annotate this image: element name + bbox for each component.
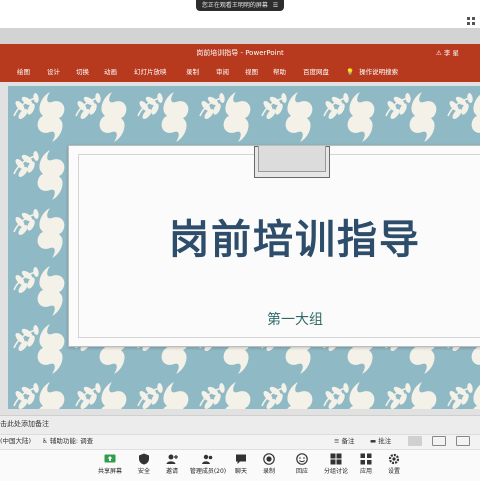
share-screen-label: 共享屏幕 xyxy=(97,468,122,475)
comments-button-label: 批注 xyxy=(378,437,392,445)
user-name: 李 星 xyxy=(443,49,459,57)
tab-design[interactable]: 设计 xyxy=(47,62,60,82)
invite-label: 邀请 xyxy=(165,468,178,475)
tab-animations[interactable]: 动画 xyxy=(104,62,117,82)
tab-review[interactable]: 审阅 xyxy=(216,62,229,82)
tell-me-label: 操作说明搜索 xyxy=(359,68,399,76)
reactions-label: 回应 xyxy=(295,468,308,475)
tab-transitions[interactable]: 切换 xyxy=(76,62,89,82)
comments-button[interactable]: ▬ 批注 xyxy=(370,434,391,448)
tell-me-search[interactable]: 💡 操作说明搜索 xyxy=(346,62,398,82)
record-label: 录制 xyxy=(262,468,275,475)
share-notice-text: 您正在观看王明明的屏幕 xyxy=(201,2,268,9)
app-tiles-icon[interactable] xyxy=(466,16,476,26)
gear-icon xyxy=(388,453,400,465)
card-tab-inner xyxy=(258,146,326,172)
tab-baidu-netdisk[interactable]: 百度网盘 xyxy=(303,62,329,82)
window-strip xyxy=(0,28,480,44)
screen-share-notice[interactable]: 您正在观看王明明的屏幕 ☰ xyxy=(196,0,284,11)
invite-icon xyxy=(166,454,178,464)
slide-title[interactable]: 岗前培训指导 xyxy=(160,210,430,270)
invite-button[interactable]: 邀请 xyxy=(154,450,190,480)
comment-icon: ▬ xyxy=(370,437,377,445)
accessibility-status[interactable]: ♿ 辅助功能: 调查 xyxy=(42,434,93,448)
tab-draw[interactable]: 绘图 xyxy=(17,62,30,82)
apps-icon xyxy=(360,453,372,465)
menu-icon: ☰ xyxy=(272,2,279,9)
tab-help[interactable]: 帮助 xyxy=(273,62,286,82)
warning-icon: ⚠ xyxy=(436,49,442,57)
settings-button[interactable]: 设置 xyxy=(376,450,412,480)
record-button[interactable]: 录制 xyxy=(251,450,287,480)
chat-icon xyxy=(236,454,246,464)
record-icon xyxy=(263,453,275,465)
slide-sorter-icon[interactable] xyxy=(432,436,446,446)
lightbulb-icon: 💡 xyxy=(346,68,355,76)
participants-icon xyxy=(202,454,213,464)
accessibility-icon: ♿ xyxy=(42,437,48,445)
window-title: 岗前培训指导 - PowerPoint xyxy=(196,49,284,57)
notes-button[interactable]: ≡ 备注 xyxy=(334,434,355,448)
reading-view-icon[interactable] xyxy=(456,436,470,446)
user-account[interactable]: ⚠ 李 星 xyxy=(436,44,480,62)
normal-view-icon[interactable] xyxy=(408,436,422,446)
tab-record[interactable]: 录制 xyxy=(186,62,199,82)
share-screen-button[interactable]: 共享屏幕 xyxy=(92,450,128,480)
accessibility-label: 辅助功能: 调查 xyxy=(49,437,94,445)
settings-label: 设置 xyxy=(387,468,400,475)
reactions-button[interactable]: 回应 xyxy=(284,450,320,480)
tab-slideshow[interactable]: 幻灯片放映 xyxy=(134,62,167,82)
reaction-icon xyxy=(296,453,308,465)
shield-icon xyxy=(139,453,149,465)
screen-share-icon xyxy=(104,454,116,463)
language-indicator[interactable]: (中国大陆) xyxy=(0,434,31,448)
slide-subtitle[interactable]: 第一大组 xyxy=(250,308,340,332)
notes-placeholder: 击此处添加备注 xyxy=(0,420,49,428)
notes-button-label: 备注 xyxy=(341,437,355,445)
tab-view[interactable]: 视图 xyxy=(245,62,258,82)
breakout-icon xyxy=(330,453,342,465)
notes-icon: ≡ xyxy=(334,437,340,445)
ribbon-tabs xyxy=(0,62,480,82)
